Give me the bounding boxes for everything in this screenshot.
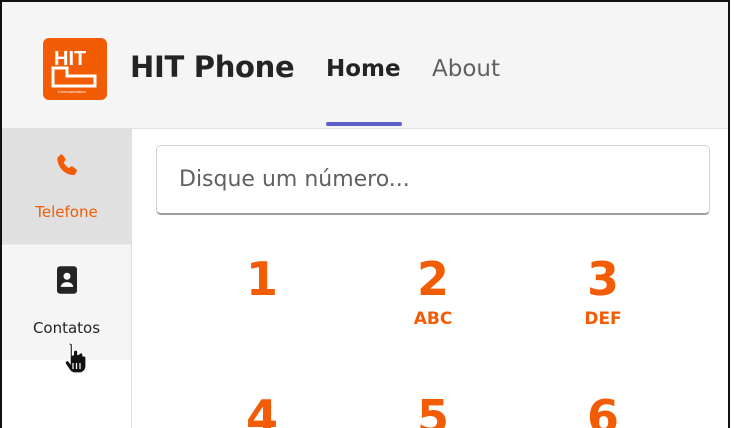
tab-home-label: Home [326, 56, 401, 82]
dial-key-digit: 2 [416, 252, 449, 306]
sidebar-item-label: Contatos [32, 319, 101, 337]
dial-key-6[interactable]: 6 [543, 391, 663, 428]
dial-key-digit: 1 [245, 252, 278, 306]
dial-key-digit: 5 [416, 390, 449, 428]
dial-key-3[interactable]: 3 DEF [543, 253, 663, 329]
dial-number-input[interactable] [156, 145, 710, 215]
dial-key-digit: 3 [586, 252, 619, 306]
dial-key-digit: 4 [245, 390, 278, 428]
dial-key-2[interactable]: 2 ABC [373, 253, 493, 329]
dial-key-letters: DEF [584, 309, 622, 329]
app-title: HIT Phone [130, 50, 295, 84]
tab-about[interactable]: About [432, 56, 500, 128]
hit-logo: HIT Communication [43, 38, 107, 100]
app-window: HIT Communication HIT Phone Home About T… [0, 0, 730, 428]
sidebar: Telefone Contatos [2, 129, 132, 428]
app-header: HIT Communication HIT Phone Home About [2, 2, 728, 129]
dial-key-5[interactable]: 5 [373, 391, 493, 428]
active-tab-indicator [326, 122, 402, 126]
sidebar-item-label: Telefone [35, 203, 98, 221]
dialer-panel: 1 2 ABC 3 DEF 4 5 6 [132, 129, 728, 428]
contact-book-icon [56, 266, 77, 294]
phone-icon [56, 154, 77, 176]
dial-key-letters: ABC [413, 309, 453, 329]
hand-pointer-cursor-icon [64, 342, 87, 374]
dial-key-1[interactable]: 1 [202, 253, 322, 309]
tab-about-label: About [432, 56, 501, 82]
sidebar-item-telefone[interactable]: Telefone [2, 129, 131, 244]
logo-subtext: Communication [58, 89, 86, 94]
hit-logo-icon: HIT Communication [51, 48, 97, 94]
tab-home[interactable]: Home [326, 56, 402, 128]
dial-key-4[interactable]: 4 [202, 391, 322, 428]
dial-key-digit: 6 [586, 390, 619, 428]
